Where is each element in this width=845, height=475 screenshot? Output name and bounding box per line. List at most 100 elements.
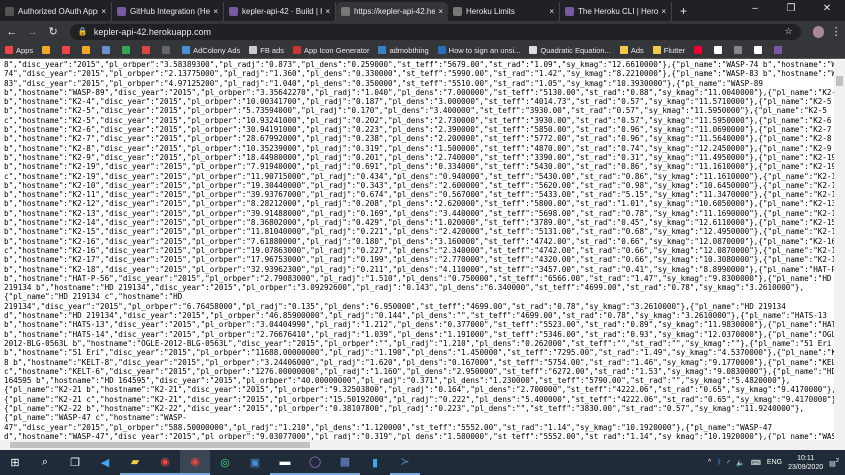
json-line: 8 b","hostname":"KELT-8","disc_year":"20… bbox=[4, 357, 834, 367]
json-line: b","hostname":"WASP-89","disc_year":"201… bbox=[4, 87, 834, 97]
close-icon[interactable]: × bbox=[661, 7, 666, 16]
clock[interactable]: 10:11 23/09/2020 bbox=[788, 454, 823, 472]
bookmark-item[interactable]: Flutter bbox=[652, 46, 685, 55]
bookmark-item[interactable] bbox=[102, 46, 113, 54]
json-line: c","hostname":"K2-16","disc_year":"2015"… bbox=[4, 245, 834, 255]
lock-icon: 🔒 bbox=[77, 27, 88, 36]
vertical-scrollbar[interactable] bbox=[834, 60, 845, 440]
bookmark-item[interactable] bbox=[42, 46, 53, 54]
tab[interactable]: GitHub Integration (Her × bbox=[112, 2, 224, 21]
back-icon[interactable]: ← bbox=[3, 26, 21, 38]
close-icon[interactable]: × bbox=[438, 7, 443, 16]
bookmark-item[interactable]: AdColony Ads bbox=[182, 46, 240, 55]
emulator-icon[interactable]: ◯ bbox=[300, 450, 330, 475]
bookmark-item[interactable]: FB ads bbox=[249, 46, 284, 55]
chrome-icon[interactable]: ◉ bbox=[150, 450, 180, 475]
json-line: b","hostname":"51 Eri","disc_year":"2015… bbox=[4, 348, 834, 358]
horizontal-scrollbar[interactable] bbox=[0, 440, 845, 450]
discord-icon[interactable]: ▩ bbox=[330, 450, 360, 475]
window-controls: – ❐ ✕ bbox=[737, 0, 845, 21]
tab[interactable]: https://kepler-api-42.he × bbox=[336, 2, 448, 21]
language-indicator[interactable]: ENG bbox=[767, 459, 782, 466]
menu-icon[interactable]: ⋮ bbox=[827, 25, 845, 38]
address-bar[interactable]: 🔒 kepler-api-42.herokuapp.com ☆ bbox=[69, 23, 801, 40]
bookmark-item[interactable]: admobthing bbox=[378, 45, 429, 55]
bookmark-icon bbox=[293, 46, 301, 54]
bookmark-label: admobthing bbox=[389, 45, 429, 55]
avatar[interactable] bbox=[812, 25, 825, 38]
new-tab-button[interactable]: + bbox=[672, 2, 695, 21]
bookmark-icon bbox=[437, 46, 446, 54]
scroll-thumb[interactable] bbox=[10, 442, 310, 448]
bookmark-item[interactable] bbox=[754, 46, 765, 54]
close-icon[interactable]: × bbox=[101, 7, 106, 16]
bookmark-icon bbox=[652, 46, 661, 54]
json-line: b","hostname":"K2-12","disc_year":"2015"… bbox=[4, 199, 834, 209]
search-icon[interactable]: ⌕ bbox=[30, 450, 60, 475]
close-icon[interactable]: × bbox=[549, 7, 554, 16]
tab[interactable]: Authorized OAuth Apps × bbox=[0, 2, 112, 21]
heroku-icon bbox=[117, 7, 126, 16]
system-tray: ^ ᛒ ◜ 🔈 ⌨ ENG 10:11 23/09/2020 ▤2 bbox=[708, 454, 845, 472]
tab[interactable]: kepler-api-42 · Build | H × bbox=[224, 2, 336, 21]
wifi-icon[interactable]: ◜ bbox=[727, 459, 730, 467]
phone-icon[interactable]: ▮ bbox=[360, 450, 390, 475]
close-icon[interactable]: × bbox=[213, 7, 218, 16]
notifications-icon[interactable]: ▤2 bbox=[829, 458, 839, 467]
heroku-icon bbox=[565, 7, 574, 16]
bookmark-item[interactable] bbox=[734, 46, 745, 54]
bookmark-item[interactable]: How to sign an unsi... bbox=[437, 46, 520, 55]
bookmark-item[interactable] bbox=[714, 46, 725, 54]
bookmark-item[interactable]: Quadratic Equation... bbox=[529, 45, 611, 55]
bookmark-item[interactable] bbox=[122, 46, 133, 54]
json-line: b","hostname":"K2-11","disc_year":"2015"… bbox=[4, 190, 834, 200]
minimize-icon[interactable]: – bbox=[737, 0, 773, 21]
volume-icon[interactable]: 🔈 bbox=[736, 459, 745, 467]
bookmark-icon bbox=[62, 46, 71, 54]
json-line: 83","disc_year":"2015","pl_orbper":"4.97… bbox=[4, 78, 763, 88]
windows-start-icon[interactable]: ⊞ bbox=[0, 450, 30, 475]
close-window-icon[interactable]: ✕ bbox=[809, 0, 845, 21]
bookmark-icon bbox=[619, 46, 628, 54]
json-line: b","hostname":"K2-5","disc_year":"2015",… bbox=[4, 106, 827, 116]
scroll-thumb[interactable] bbox=[836, 76, 843, 86]
bookmark-item[interactable] bbox=[162, 46, 173, 54]
powershell-icon[interactable]: ≻ bbox=[390, 450, 420, 475]
close-icon[interactable]: × bbox=[325, 7, 330, 16]
bookmark-item[interactable]: Ads bbox=[619, 46, 644, 55]
bookmark-item[interactable] bbox=[774, 46, 785, 54]
chrome-profile-icon[interactable]: ◉ bbox=[180, 450, 210, 475]
chevron-up-icon[interactable]: ^ bbox=[708, 459, 711, 466]
bookmark-icon bbox=[714, 46, 723, 54]
reload-icon[interactable]: ↻ bbox=[44, 25, 62, 38]
forward-icon[interactable]: → bbox=[24, 26, 42, 38]
json-line: c","hostname":"K2-19","disc_year":"2015"… bbox=[4, 171, 834, 181]
json-line: b","hostname":"K2-9","disc_year":"2015",… bbox=[4, 152, 834, 162]
android-studio-icon[interactable]: ◎ bbox=[210, 450, 240, 475]
tab-label: Heroku Limits bbox=[466, 7, 515, 16]
json-line: c","hostname":"K2-5","disc_year":"2015",… bbox=[4, 115, 832, 125]
json-line: {"pl_name":"K2-22 b","hostname":"K2-22",… bbox=[4, 403, 805, 413]
tab[interactable]: The Heroku CLI | Heroku × bbox=[560, 2, 672, 21]
bookmark-label: Quadratic Equation... bbox=[540, 45, 611, 55]
app-icon[interactable]: ▣ bbox=[240, 450, 270, 475]
bookmark-item[interactable] bbox=[694, 46, 705, 54]
bookmark-item[interactable] bbox=[82, 46, 93, 54]
keyboard-icon[interactable]: ⌨ bbox=[751, 459, 761, 467]
notification-count: 2 bbox=[835, 457, 839, 464]
bluetooth-icon[interactable]: ᛒ bbox=[717, 459, 721, 466]
bookmark-icon bbox=[102, 46, 111, 54]
bookmark-star-icon[interactable]: ☆ bbox=[785, 26, 793, 37]
terminal-icon[interactable]: ▬ bbox=[270, 450, 300, 475]
bookmark-item[interactable] bbox=[142, 46, 153, 54]
file-explorer-icon[interactable]: ▰ bbox=[120, 450, 150, 475]
bookmark-item[interactable]: App Icon Generator bbox=[293, 46, 369, 55]
bookmark-item[interactable]: Apps bbox=[5, 46, 33, 55]
vscode-icon[interactable]: ◀ bbox=[90, 450, 120, 475]
restore-icon[interactable]: ❐ bbox=[773, 0, 809, 21]
bookmark-item[interactable] bbox=[62, 46, 73, 54]
tab[interactable]: Heroku Limits × bbox=[448, 2, 560, 21]
url-text: kepler-api-42.herokuapp.com bbox=[93, 26, 211, 37]
json-line: 164595 b","hostname":"HD 164595","disc_y… bbox=[4, 376, 791, 386]
task-view-icon[interactable]: ❐ bbox=[60, 450, 90, 475]
